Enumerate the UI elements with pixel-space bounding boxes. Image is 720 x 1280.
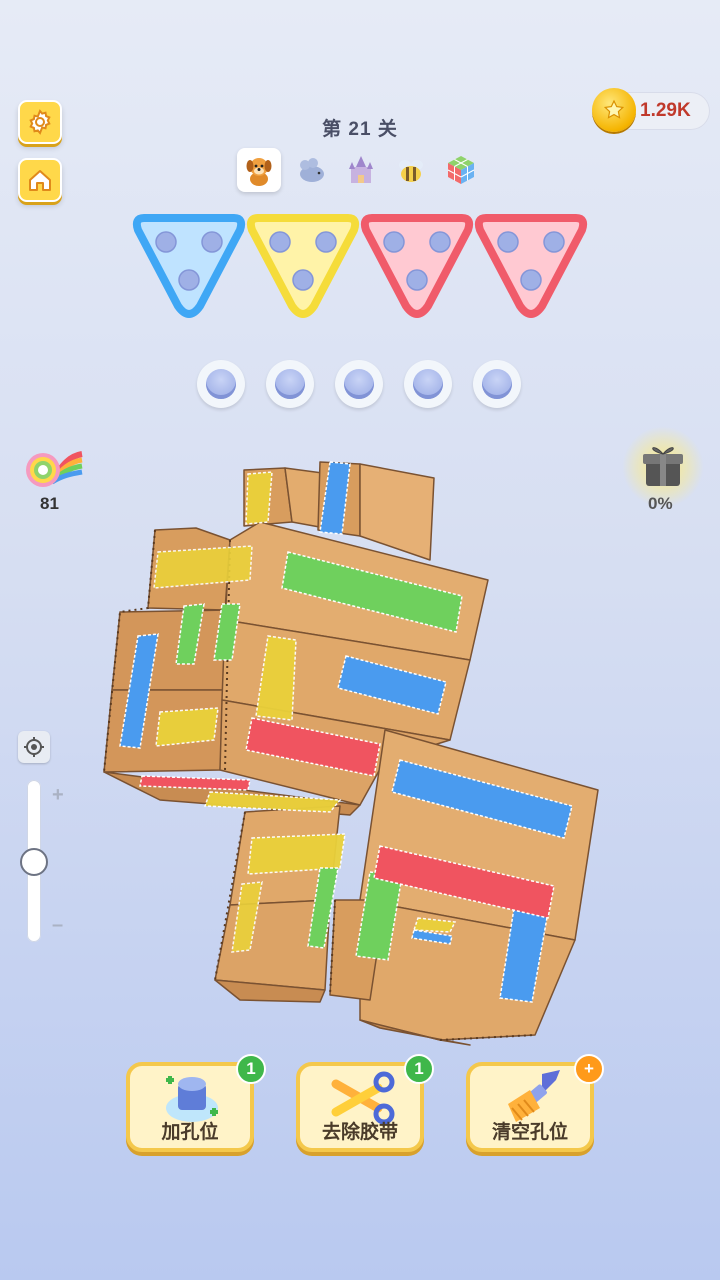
zoom-slider-knob[interactable] [20, 848, 48, 876]
peg [344, 369, 374, 399]
bee-icon [399, 160, 423, 182]
home-icon [29, 170, 51, 191]
coin-icon [592, 88, 636, 132]
gift-icon[interactable] [638, 440, 688, 495]
cube-icon [447, 156, 475, 184]
dog-icon [246, 158, 272, 186]
zoom-out-icon[interactable]: – [52, 914, 63, 937]
clear-holes-badge: + [574, 1054, 604, 1084]
hold-slot[interactable] [473, 360, 521, 408]
remove-tape-badge: 1 [404, 1054, 434, 1084]
gift-progress: 0% [648, 494, 673, 513]
add-hole-label: 加孔位 [161, 1122, 219, 1143]
zoom-in-icon[interactable]: + [52, 784, 64, 807]
add-hole-button[interactable]: 加孔位 [126, 1062, 254, 1152]
remove-tape-label: 去除胶带 [321, 1122, 398, 1143]
rainbow-tape-icon[interactable] [22, 444, 84, 497]
recenter-button[interactable] [18, 731, 50, 763]
stage-cube[interactable] [439, 148, 483, 192]
peg [275, 369, 305, 399]
stage-dog[interactable] [237, 148, 281, 192]
color-tray-3 [358, 208, 476, 318]
hold-slot[interactable] [335, 360, 383, 408]
color-tray-2 [244, 208, 362, 318]
peg [482, 369, 512, 399]
cardboard-puzzle[interactable] [100, 455, 610, 1055]
hold-slot[interactable] [404, 360, 452, 408]
peg [206, 369, 236, 399]
add-hole-badge: 1 [236, 1054, 266, 1084]
color-tray-4 [472, 208, 590, 318]
color-tray-1 [130, 208, 248, 318]
castle-icon [349, 156, 373, 183]
mouse-icon [300, 158, 324, 182]
clear-holes-label: 清空孔位 [491, 1122, 568, 1143]
coin-amount: 1.29K [640, 100, 691, 121]
peg [413, 369, 443, 399]
hold-slot[interactable] [266, 360, 314, 408]
hold-slot[interactable] [197, 360, 245, 408]
tape-count: 81 [40, 494, 59, 513]
stage-bee[interactable] [389, 148, 433, 192]
crosshair-icon [24, 737, 44, 757]
stage-mouse[interactable] [289, 148, 333, 192]
stage-castle[interactable] [339, 148, 383, 192]
home-button[interactable] [18, 158, 62, 202]
